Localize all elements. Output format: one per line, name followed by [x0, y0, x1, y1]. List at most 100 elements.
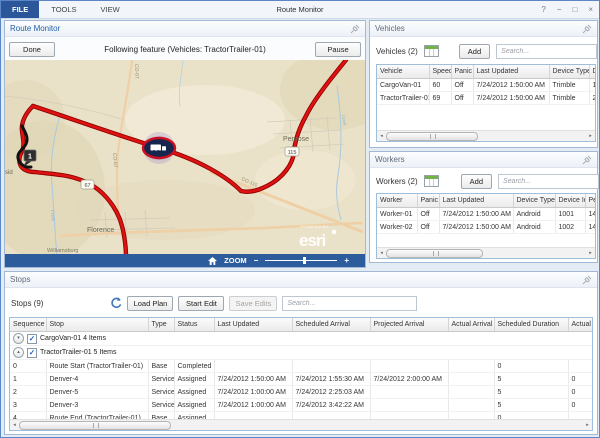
panel-title: Stops [10, 275, 30, 284]
workers-search-input[interactable] [498, 174, 599, 189]
expand-toggle[interactable]: ▾ [13, 333, 24, 344]
col-vehicle[interactable]: Vehicle [377, 65, 429, 79]
col-device-id[interactable]: Device Id [589, 65, 596, 79]
zoom-label: ZOOM [224, 256, 247, 265]
zoom-slider-thumb[interactable] [303, 257, 306, 264]
menu-bar: FILE TOOLS VIEW [1, 1, 132, 18]
col-status[interactable]: Status [174, 318, 214, 332]
group-checkbox[interactable]: ✓ [27, 348, 37, 358]
scroll-right-icon[interactable]: ▸ [586, 250, 595, 256]
group-label: TractorTrailer-01 5 Items [40, 349, 117, 356]
maximize-icon[interactable]: □ [572, 5, 577, 14]
stop-row[interactable]: 3 Denver-3 Service Assigned 7/24/2012 1:… [10, 399, 593, 412]
cell: Service [148, 386, 174, 399]
following-status-text: Following feature (Vehicles: TractorTrai… [59, 45, 311, 54]
done-button[interactable]: Done [9, 42, 55, 57]
panel-title: Workers [375, 155, 405, 164]
scrollbar-thumb[interactable] [386, 249, 483, 258]
map-toolbar: Done Following feature (Vehicles: Tracto… [5, 37, 365, 62]
collapse-toggle[interactable]: ▴ [13, 347, 24, 358]
save-edits-button[interactable]: Save Edits [229, 296, 277, 311]
home-icon[interactable] [208, 257, 217, 265]
map-viewport[interactable]: CO-67 CO-67 CO-115 Creek Creek Penrose F… [5, 60, 365, 254]
cell: 7/24/2012 2:25:03 AM [292, 386, 370, 399]
col-device-type[interactable]: Device Type [513, 194, 555, 208]
map-canvas[interactable]: CO-67 CO-67 CO-115 Creek Creek Penrose F… [5, 60, 365, 254]
col-per-hour[interactable]: Per Hour [585, 194, 596, 208]
stop-row[interactable]: 1 Denver-4 Service Assigned 7/24/2012 1:… [10, 373, 593, 386]
stops-search-input[interactable] [282, 296, 417, 311]
zoom-slider[interactable] [265, 260, 337, 261]
add-worker-button[interactable]: Add [461, 174, 492, 189]
worker-row[interactable]: Worker-02 Off 7/24/2012 1:50:00 AM Andro… [377, 221, 596, 234]
vehicles-search-input[interactable] [496, 44, 597, 59]
menu-tools[interactable]: TOOLS [39, 1, 88, 18]
unpin-icon[interactable] [350, 24, 360, 34]
group-row-cargovan[interactable]: ▾ ✓ CargoVan-01 4 Items [10, 332, 593, 346]
load-plan-button[interactable]: Load Plan [127, 296, 173, 311]
powered-by-label: POWERED BY [301, 224, 328, 229]
col-actual-arrival[interactable]: Actual Arrival [448, 318, 494, 332]
scrollbar-thumb[interactable] [386, 132, 478, 141]
add-vehicle-button[interactable]: Add [459, 44, 490, 59]
scrollbar-thumb[interactable] [19, 421, 171, 430]
cell [214, 360, 292, 373]
zoom-in-button[interactable]: + [344, 257, 349, 265]
col-stop[interactable]: Stop [46, 318, 148, 332]
table-icon [424, 45, 439, 57]
scroll-right-icon[interactable]: ▸ [583, 422, 592, 428]
col-device-type[interactable]: Device Type [549, 65, 589, 79]
col-worker[interactable]: Worker [377, 194, 417, 208]
stops-panel-header: Stops [5, 272, 597, 288]
stop-row[interactable]: 0 Route Start (TractorTrailer-01) Base C… [10, 360, 593, 373]
unpin-icon[interactable] [582, 275, 592, 285]
workers-table-header: Worker Panic Last Updated Device Type De… [377, 194, 596, 208]
cell: 0 [568, 373, 593, 386]
start-edit-button[interactable]: Start Edit [178, 296, 224, 311]
cell: 0 [568, 386, 593, 399]
refresh-icon[interactable] [110, 297, 122, 309]
help-icon[interactable]: ? [541, 5, 545, 14]
pause-button[interactable]: Pause [315, 42, 361, 57]
vehicle-marker-tractortrailer[interactable] [143, 132, 175, 164]
title-bar: FILE TOOLS VIEW Route Monitor ? − □ × [1, 1, 599, 19]
horizontal-scrollbar[interactable]: ◂ ▸ [377, 130, 595, 141]
zoom-out-button[interactable]: − [254, 257, 259, 265]
horizontal-scrollbar[interactable]: ◂ ▸ [10, 419, 592, 430]
col-last-updated[interactable]: Last Updated [439, 194, 513, 208]
horizontal-scrollbar[interactable]: ◂ ▸ [377, 247, 595, 258]
col-last-updated[interactable]: Last Updated [473, 65, 549, 79]
menu-view[interactable]: VIEW [89, 1, 132, 18]
scroll-right-icon[interactable]: ▸ [586, 133, 595, 139]
col-device-id[interactable]: Device Id [555, 194, 585, 208]
unpin-icon[interactable] [582, 24, 592, 34]
scroll-left-icon[interactable]: ◂ [377, 250, 386, 256]
col-speed[interactable]: Speed [429, 65, 451, 79]
menu-file[interactable]: FILE [1, 1, 39, 18]
panel-title: Route Monitor [10, 24, 60, 33]
cell: Off [451, 79, 473, 92]
col-scheduled-arrival[interactable]: Scheduled Arrival [292, 318, 370, 332]
cell [292, 360, 370, 373]
stop-row[interactable]: 2 Denver-5 Service Assigned 7/24/2012 1:… [10, 386, 593, 399]
unpin-icon[interactable] [582, 155, 592, 165]
group-row-tractortrailer[interactable]: ▴ ✓ TractorTrailer-01 5 Items [10, 346, 593, 360]
minimize-icon[interactable]: − [557, 5, 562, 14]
col-panic[interactable]: Panic [451, 65, 473, 79]
col-panic[interactable]: Panic [417, 194, 439, 208]
group-checkbox[interactable]: ✓ [27, 334, 37, 344]
vehicle-row[interactable]: CargoVan-01 60 Off 7/24/2012 1:50:00 AM … [377, 79, 596, 92]
col-sequence[interactable]: Sequence [10, 318, 46, 332]
close-icon[interactable]: × [588, 5, 593, 14]
col-projected-arrival[interactable]: Projected Arrival [370, 318, 448, 332]
worker-row[interactable]: Worker-01 Off 7/24/2012 1:50:00 AM Andro… [377, 208, 596, 221]
vehicle-row[interactable]: TractorTrailer-01 69 Off 7/24/2012 1:50:… [377, 92, 596, 105]
cell: Android [513, 208, 555, 221]
col-scheduled-duration[interactable]: Scheduled Duration [494, 318, 568, 332]
col-actual-duration[interactable]: Actual Duration [568, 318, 593, 332]
col-last-updated[interactable]: Last Updated [214, 318, 292, 332]
scroll-left-icon[interactable]: ◂ [10, 422, 19, 428]
cell: Trimble [549, 79, 589, 92]
col-type[interactable]: Type [148, 318, 174, 332]
scroll-left-icon[interactable]: ◂ [377, 133, 386, 139]
